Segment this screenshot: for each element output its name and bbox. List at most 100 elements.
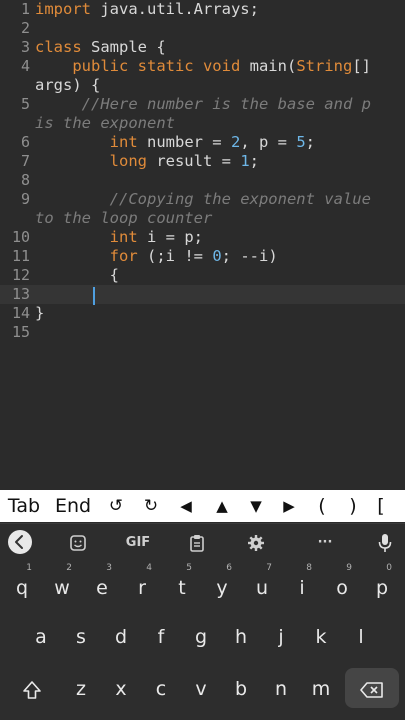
right-paren-key[interactable]: ) bbox=[338, 490, 368, 522]
key-b[interactable]: b bbox=[225, 674, 257, 704]
key-i[interactable]: 8i bbox=[286, 563, 318, 603]
line-number: 15 bbox=[11, 323, 30, 341]
key-s[interactable]: s bbox=[65, 622, 97, 652]
keyword-import: import bbox=[35, 0, 91, 18]
key-t[interactable]: 5t bbox=[166, 563, 198, 603]
key-e[interactable]: 3e bbox=[86, 563, 118, 603]
code-line-4-wrap[interactable]: args) { bbox=[0, 76, 405, 95]
text-cursor bbox=[93, 287, 95, 305]
key-z[interactable]: z bbox=[65, 674, 97, 704]
code-editor[interactable]: 1 import java.util.Arrays; 2 3 class Sam… bbox=[0, 0, 405, 490]
back-icon[interactable] bbox=[8, 530, 32, 554]
key-y[interactable]: 6y bbox=[206, 563, 238, 603]
code-line-5[interactable]: 5 //Here number is the base and p bbox=[0, 95, 405, 114]
code-text: int number = 2, p = 5; bbox=[109, 133, 316, 151]
key-d[interactable]: d bbox=[105, 622, 137, 652]
key-v[interactable]: v bbox=[185, 674, 217, 704]
keyboard-tool-row: GIF ··· bbox=[0, 523, 405, 561]
line-number: 8 bbox=[20, 171, 30, 189]
code-line-14[interactable]: 14 } bbox=[0, 304, 405, 323]
code-line-9-wrap[interactable]: to the loop counter bbox=[0, 209, 405, 228]
code-line-1[interactable]: 1 import java.util.Arrays; bbox=[0, 0, 405, 19]
line-number: 14 bbox=[11, 304, 30, 322]
line-number: 2 bbox=[20, 19, 30, 37]
code-text: import java.util.Arrays; bbox=[35, 0, 259, 18]
code-text: long result = 1; bbox=[109, 152, 259, 170]
code-text: int i = p; bbox=[109, 228, 203, 246]
code-line-10[interactable]: 10 int i = p; bbox=[0, 228, 405, 247]
key-j[interactable]: j bbox=[265, 622, 297, 652]
key-o[interactable]: 9o bbox=[326, 563, 358, 603]
code-line-7[interactable]: 7 long result = 1; bbox=[0, 152, 405, 171]
extra-keys-toolbar: Tab End ↺ ↻ ◀ ▲ ▼ ▶ ( ) [ bbox=[0, 490, 405, 522]
key-h[interactable]: h bbox=[225, 622, 257, 652]
key-x[interactable]: x bbox=[105, 674, 137, 704]
code-line-6[interactable]: 6 int number = 2, p = 5; bbox=[0, 133, 405, 152]
key-a[interactable]: a bbox=[25, 622, 57, 652]
arrow-right-icon[interactable]: ▶ bbox=[272, 490, 306, 522]
code-line-9[interactable]: 9 //Copying the exponent value bbox=[0, 190, 405, 209]
mic-icon[interactable] bbox=[376, 532, 394, 554]
shift-key[interactable] bbox=[12, 674, 52, 704]
comment-text: is the exponent bbox=[35, 114, 175, 132]
code-line-4[interactable]: 4 public static void main(String[] bbox=[0, 57, 405, 76]
sticker-icon[interactable] bbox=[66, 532, 90, 554]
backspace-icon bbox=[360, 678, 384, 708]
key-r[interactable]: 4r bbox=[126, 563, 158, 603]
key-l[interactable]: l bbox=[345, 622, 377, 652]
code-line-2[interactable]: 2 bbox=[0, 19, 405, 38]
key-q[interactable]: 1q bbox=[6, 563, 38, 603]
left-bracket-key[interactable]: [ bbox=[368, 490, 394, 522]
comment-text: //Copying the exponent value bbox=[35, 190, 371, 208]
key-u[interactable]: 7u bbox=[246, 563, 278, 603]
key-f[interactable]: f bbox=[145, 622, 177, 652]
line-number: 9 bbox=[20, 190, 30, 208]
code-line-15[interactable]: 15 bbox=[0, 323, 405, 342]
key-n[interactable]: n bbox=[265, 674, 297, 704]
gif-button[interactable]: GIF bbox=[122, 532, 154, 554]
clipboard-icon[interactable] bbox=[186, 532, 208, 554]
line-number: 11 bbox=[11, 247, 30, 265]
key-m[interactable]: m bbox=[305, 674, 337, 704]
code-text: } bbox=[35, 304, 45, 322]
code-line-3[interactable]: 3 class Sample { bbox=[0, 38, 405, 57]
code-text: { bbox=[35, 266, 119, 284]
undo-icon[interactable]: ↺ bbox=[98, 490, 134, 522]
key-p[interactable]: 0p bbox=[366, 563, 398, 603]
line-number: 1 bbox=[20, 0, 30, 18]
tab-key[interactable]: Tab bbox=[0, 490, 48, 522]
line-number: 3 bbox=[20, 38, 30, 56]
comment-text: //Here number is the base and p bbox=[35, 95, 371, 113]
redo-icon[interactable]: ↻ bbox=[134, 490, 168, 522]
comment-text: to the loop counter bbox=[35, 209, 213, 227]
line-number: 12 bbox=[11, 266, 30, 284]
line-number: 4 bbox=[20, 57, 30, 75]
shift-icon bbox=[22, 679, 42, 709]
more-icon[interactable]: ··· bbox=[310, 532, 340, 554]
line-number: 10 bbox=[11, 228, 30, 246]
arrow-up-icon[interactable]: ▲ bbox=[204, 490, 240, 522]
key-c[interactable]: c bbox=[145, 674, 177, 704]
code-line-13-active[interactable]: 13 bbox=[0, 285, 405, 304]
key-g[interactable]: g bbox=[185, 622, 217, 652]
soft-keyboard: 1q 2w 3e 4r 5t 6y 7u 8i 9o 0p a s d f g … bbox=[0, 560, 405, 720]
end-key[interactable]: End bbox=[48, 490, 98, 522]
code-text: class Sample { bbox=[35, 38, 166, 56]
code-line-11[interactable]: 11 for (;i != 0; --i) bbox=[0, 247, 405, 266]
arrow-left-icon[interactable]: ◀ bbox=[168, 490, 204, 522]
code-text: public static void main(String[] bbox=[72, 57, 371, 75]
code-line-5-wrap[interactable]: is the exponent bbox=[0, 114, 405, 133]
code-text: for (;i != 0; --i) bbox=[109, 247, 278, 265]
line-number: 7 bbox=[20, 152, 30, 170]
key-k[interactable]: k bbox=[305, 622, 337, 652]
code-line-8[interactable]: 8 bbox=[0, 171, 405, 190]
key-w[interactable]: 2w bbox=[46, 563, 78, 603]
line-number: 5 bbox=[20, 95, 30, 113]
settings-icon[interactable] bbox=[245, 532, 267, 554]
line-number: 6 bbox=[20, 133, 30, 151]
left-paren-key[interactable]: ( bbox=[306, 490, 338, 522]
arrow-down-icon[interactable]: ▼ bbox=[240, 490, 272, 522]
code-line-12[interactable]: 12 { bbox=[0, 266, 405, 285]
backspace-key[interactable] bbox=[345, 668, 399, 708]
code-text: args) { bbox=[35, 76, 101, 94]
